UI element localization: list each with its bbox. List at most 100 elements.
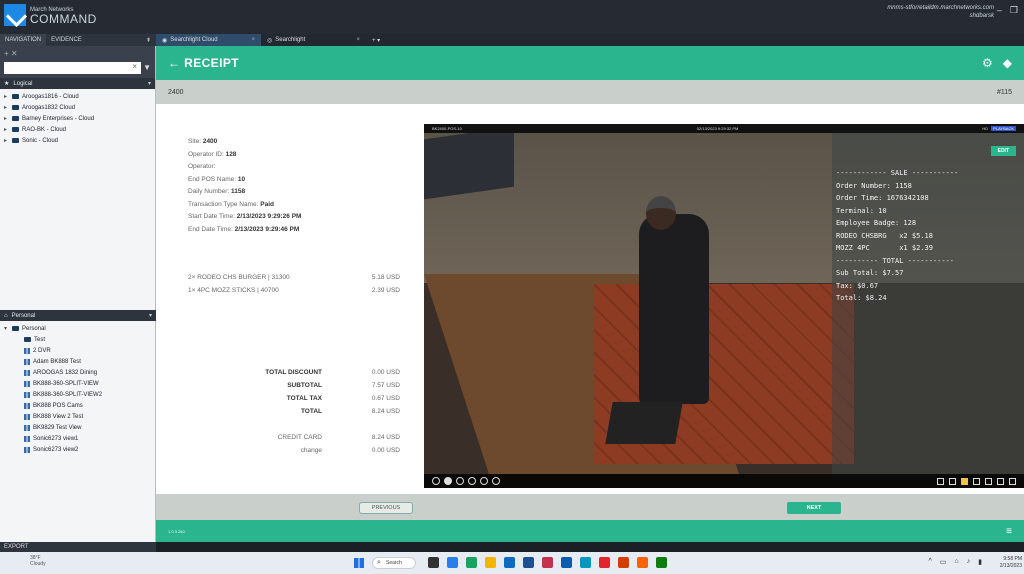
taskbar-app-icon[interactable] [447,557,458,568]
snapshot-icon[interactable] [937,477,944,485]
tree-item-view[interactable]: Sonic6273 view1 [0,433,156,444]
tree-item-view[interactable]: 2 DVR [0,345,156,356]
tab-evidence[interactable]: EVIDENCE [46,34,87,46]
clock[interactable]: 9:58 PM 2/13/2023 [1000,556,1022,570]
expand-icon[interactable]: ▾ [4,325,9,332]
tree-item-view[interactable]: BK888 POS Cams [0,400,156,411]
line-item: 1× 4PC MOZZ STICKS | 40700 2.39 USD [188,285,400,298]
expand-icon[interactable]: ▸ [4,137,9,144]
edit-button[interactable]: EDIT [990,146,1016,156]
calendar-icon[interactable] [973,477,980,485]
taskbar-app-icon[interactable] [618,557,629,568]
taskbar-apps [428,557,667,568]
tree-item-logical[interactable]: ▸ Aroogas1832 Cloud [0,102,155,113]
chevron-down-icon[interactable]: ▾ [148,80,151,87]
settings-sliders-icon[interactable]: ⚙ [982,56,993,70]
battery-icon[interactable]: ▮ [978,558,982,566]
field-label: Operator ID: [188,150,224,158]
start-icon[interactable] [354,558,364,568]
expand-icon[interactable]: ▸ [4,93,9,100]
play-icon[interactable] [456,477,464,485]
taskbar-app-icon[interactable] [504,557,515,568]
previous-button[interactable]: PREVIOUS [359,502,413,514]
search-input[interactable] [4,62,141,74]
taskbar-app-icon[interactable] [542,557,553,568]
add-icon[interactable]: + ✕ [4,49,18,58]
list-icon[interactable] [997,477,1004,485]
bookmark-icon[interactable] [961,477,968,485]
new-tab-button[interactable]: + ▾ [366,37,386,44]
weather-widget[interactable]: 38°F Cloudy [30,555,46,567]
tray-app-icon[interactable]: ▭ [940,558,947,566]
taskbar-app-icon[interactable] [466,557,477,568]
star-icon: ★ [4,81,10,87]
tree-item-logical[interactable]: ▸ RAO-BK - Cloud [0,124,155,135]
expand-icon[interactable]: ▸ [4,126,9,133]
chevron-down-icon[interactable]: ▾ [149,312,152,319]
tree-label: BK888 View 2 Test [33,413,84,420]
back-button[interactable]: ← RECEIPT [168,56,239,70]
volume-icon[interactable]: ♪ [967,558,971,566]
minimize-icon[interactable]: – [997,5,1002,16]
tab-searchlight[interactable]: ◎ Searchlight × [261,34,366,46]
tree-item-view[interactable]: Sonic6273 view2 [0,444,156,455]
logical-header[interactable]: ★ Logical ▾ [0,78,155,89]
tab-navigation[interactable]: NAVIGATION [0,34,47,46]
taskbar-app-icon[interactable] [523,557,534,568]
taskbar-app-icon[interactable] [428,557,439,568]
close-icon[interactable]: × [251,37,255,43]
folder-icon [12,127,19,132]
step-forward-icon[interactable] [468,477,476,485]
fullscreen-icon[interactable] [1009,477,1016,485]
fast-forward-icon[interactable] [480,477,488,485]
network-icon[interactable]: ⌂ [954,558,958,566]
clear-icon[interactable]: × [132,62,137,71]
tree-item-view[interactable]: AROOGAS 1832 Dining [0,367,156,378]
restore-icon[interactable]: ❐ [1010,5,1018,16]
overlay-line: Tax: $0.67 [836,281,879,290]
video-player[interactable]: BK2400-POS-10 02/13/2023 9:29:32 PM HD P… [424,124,1024,488]
tag-icon[interactable]: ◆ [1003,56,1012,70]
close-icon[interactable]: × [356,37,360,43]
taskbar-app-icon[interactable] [637,557,648,568]
sync-icon[interactable] [492,477,500,485]
total-value: 0.67 USD [371,395,400,402]
tree-item-view[interactable]: BK888-360-SPLIT-VIEW [0,378,156,389]
tree-item-logical[interactable]: ▸ Aroogas1816 - Cloud [0,91,155,102]
item-amount: 2.39 USD [371,286,400,294]
personal-header[interactable]: ⌂ Personal ▾ [0,310,156,321]
personal-root[interactable]: ▾ Personal [0,323,156,334]
pause-icon[interactable] [444,477,452,485]
tree-item-logical[interactable]: ▸ Sonic - Cloud [0,135,155,146]
filter-icon[interactable]: ▼ [143,63,151,72]
taskbar-app-icon[interactable] [485,557,496,568]
taskbar-search[interactable]: Search [372,557,416,569]
pin-icon[interactable]: ⇞ [141,34,156,46]
taskbar-app-icon[interactable] [561,557,572,568]
expand-icon[interactable]: ▸ [4,104,9,111]
view-grid-icon [24,380,30,387]
tree-item-view[interactable]: Test [0,334,156,345]
tree-item-view[interactable]: BK888-360-SPLIT-VIEW2 [0,389,156,400]
people-icon[interactable] [985,477,992,485]
export-bar[interactable]: EXPORT [0,542,156,552]
receipt-field: Transaction Type Name: Paid [188,199,408,212]
taskbar-app-icon[interactable] [580,557,591,568]
line-items: 2× RODEO CHS BURGER | 31300 5.18 USD 1× 4P… [188,272,400,297]
tree-item-logical[interactable]: ▸ Barney Enterprises - Cloud [0,113,155,124]
next-button[interactable]: NEXT [787,502,841,514]
taskbar-app-icon[interactable] [656,557,667,568]
chevron-up-icon[interactable]: ^ [928,558,931,566]
tab-searchlight-cloud[interactable]: ◉ Searchlight Cloud × [156,34,261,46]
tree-item-view[interactable]: Adam BK888 Test [0,356,156,367]
menu-icon[interactable]: ≡ [1006,526,1012,537]
tab-label: Searchlight [275,37,306,43]
taskbar-app-icon[interactable] [599,557,610,568]
field-label: End POS Name: [188,175,237,183]
tree-item-view[interactable]: BK888 View 2 Test [0,411,156,422]
expand-icon[interactable]: ▸ [4,115,9,122]
zoom-icon[interactable] [949,477,956,485]
tree-item-view[interactable]: BK9829 Test View [0,422,156,433]
rewind-icon[interactable] [432,477,440,485]
folder-icon [12,138,19,143]
